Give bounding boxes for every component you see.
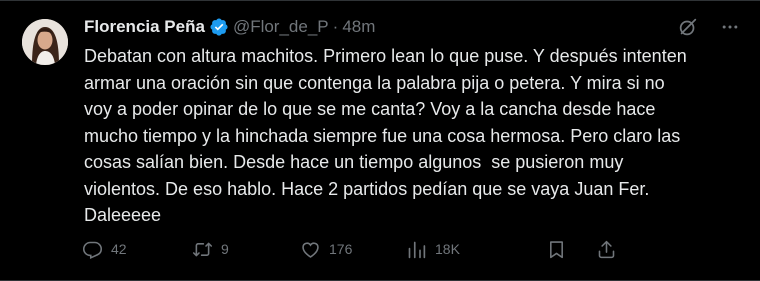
avatar-photo <box>22 19 68 65</box>
more-icon[interactable] <box>718 15 742 39</box>
views-button[interactable]: 18K <box>406 239 546 260</box>
verified-badge-icon <box>209 17 229 37</box>
like-icon <box>302 241 319 258</box>
views-count: 18K <box>435 241 460 257</box>
retweet-count: 9 <box>221 241 229 257</box>
header-separator: · <box>332 17 339 36</box>
like-count: 176 <box>329 241 353 257</box>
retweet-button[interactable]: 9 <box>192 239 300 260</box>
tweet-header: Florencia Peña @Flor_de_P · 48m <box>84 14 375 40</box>
tweet-actions: 42 9 176 18K <box>82 235 702 263</box>
author-handle[interactable]: @Flor_de_P <box>233 17 329 37</box>
share-button[interactable] <box>596 239 630 260</box>
tweet-top-actions <box>676 15 742 39</box>
share-icon <box>598 240 615 258</box>
views-icon <box>408 241 426 258</box>
avatar[interactable] <box>22 19 68 65</box>
grok-icon[interactable] <box>676 15 700 39</box>
bookmark-button[interactable] <box>546 239 580 260</box>
author-name[interactable]: Florencia Peña <box>84 17 205 37</box>
like-button[interactable]: 176 <box>300 239 406 260</box>
tweet-time[interactable]: 48m <box>342 17 375 37</box>
reply-count: 42 <box>111 241 127 257</box>
tweet[interactable]: Florencia Peña @Flor_de_P · 48m Debatan <box>0 0 760 281</box>
reply-icon <box>82 241 103 259</box>
retweet-icon <box>192 242 213 256</box>
reply-button[interactable]: 42 <box>82 239 192 260</box>
bookmark-icon <box>550 240 563 258</box>
tweet-text: Debatan con altura machitos. Primero lea… <box>84 46 687 225</box>
